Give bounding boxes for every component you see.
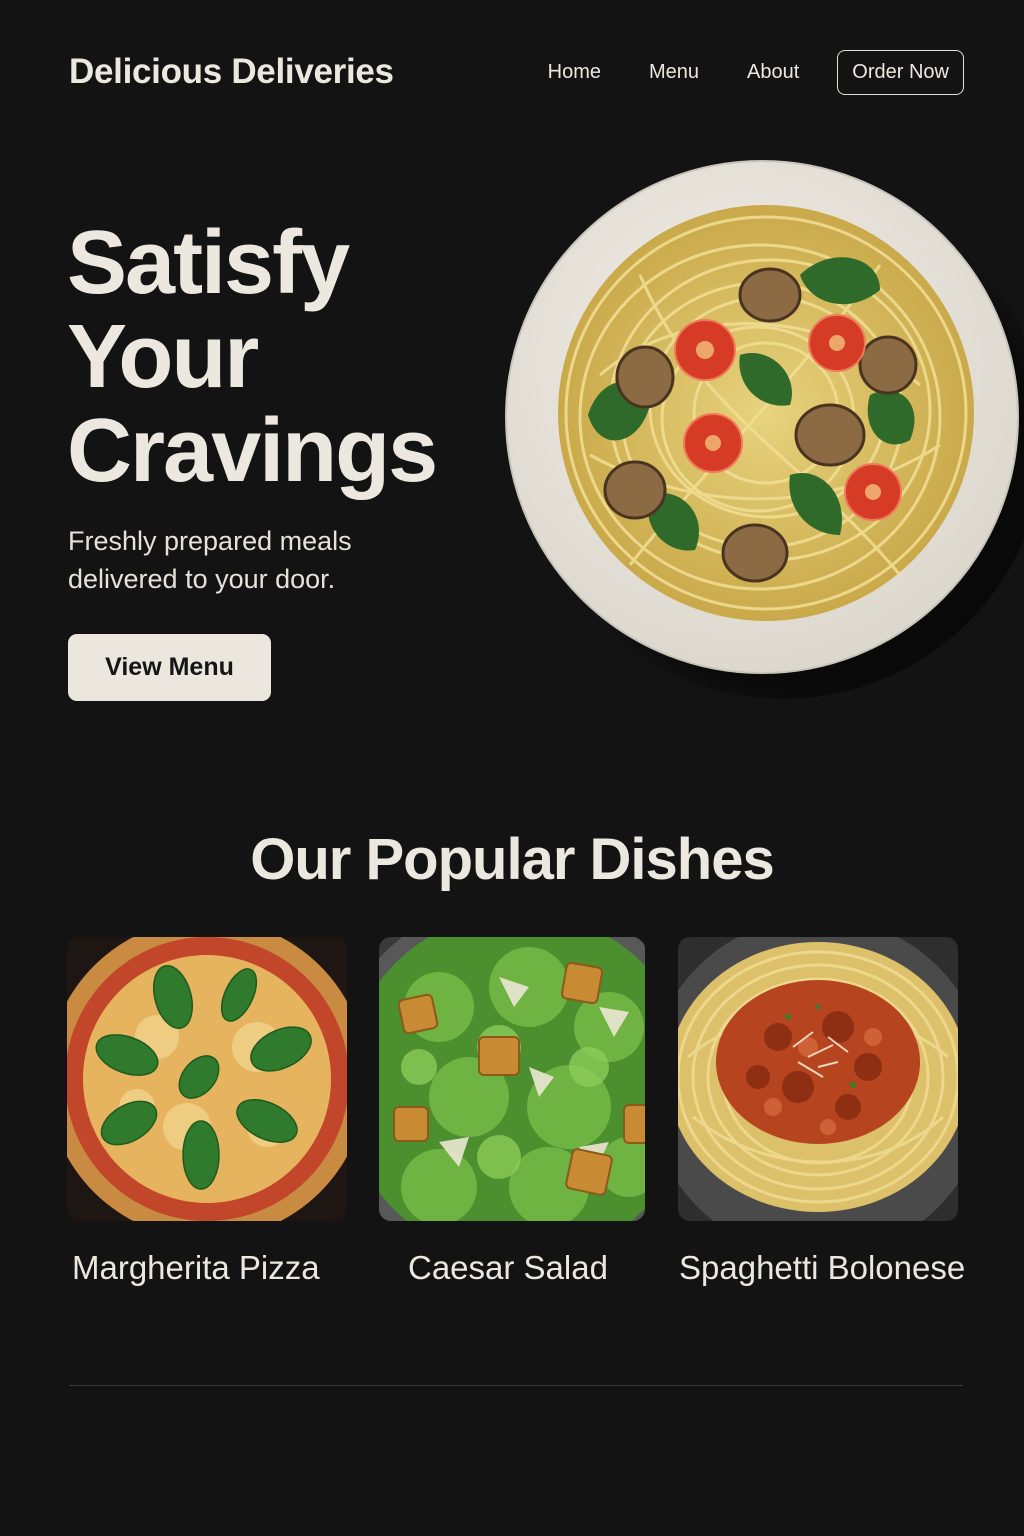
hero-title-line: Satisfy bbox=[67, 213, 350, 313]
hero-title-line: Your bbox=[67, 307, 259, 407]
brand-logo[interactable]: Delicious Deliveries bbox=[69, 52, 394, 92]
hero-subtitle: Freshly prepared meals delivered to your… bbox=[68, 522, 428, 598]
hero-title: Satisfy Your Cravings bbox=[67, 216, 487, 498]
dish-card-margherita[interactable]: Margherita Pizza bbox=[67, 937, 347, 1286]
pizza-image bbox=[67, 937, 347, 1221]
dish-name: Spaghetti Bolonese bbox=[679, 1249, 966, 1286]
dish-name: Caesar Salad bbox=[408, 1249, 608, 1286]
dish-name: Margherita Pizza bbox=[72, 1249, 320, 1286]
order-now-button[interactable]: Order Now bbox=[837, 50, 964, 95]
hero-subtitle-line: delivered to your door. bbox=[68, 564, 336, 594]
nav-menu-link[interactable]: Menu bbox=[649, 61, 699, 84]
main-nav: Home Menu About Order Now bbox=[500, 50, 964, 95]
salad-image bbox=[379, 937, 645, 1221]
dish-card-bolognese[interactable]: Spaghetti Bolonese bbox=[678, 937, 965, 1286]
nav-about-link[interactable]: About bbox=[747, 61, 799, 84]
hero-subtitle-line: Freshly prepared meals bbox=[68, 526, 352, 556]
popular-dishes-title: Our Popular Dishes bbox=[250, 827, 774, 892]
spaghetti-bowl-image bbox=[505, 160, 1024, 699]
view-menu-button[interactable]: View Menu bbox=[68, 634, 271, 701]
dish-card-caesar[interactable]: Caesar Salad bbox=[379, 937, 645, 1286]
hero-title-line: Cravings bbox=[67, 401, 438, 501]
footer-divider bbox=[69, 1385, 963, 1386]
nav-home-link[interactable]: Home bbox=[548, 61, 601, 84]
landing-page: Delicious Deliveries Home Menu About Ord… bbox=[0, 0, 1024, 1536]
bolognese-image bbox=[678, 937, 958, 1221]
